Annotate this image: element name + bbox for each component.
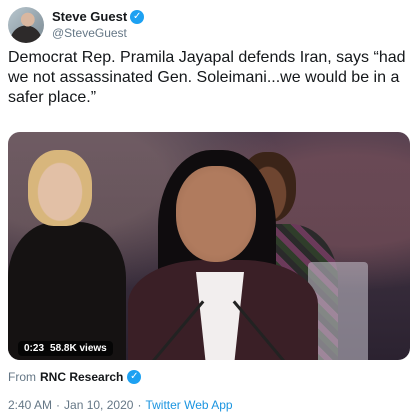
author-display-name[interactable]: Steve Guest — [52, 9, 127, 25]
avatar[interactable] — [8, 7, 44, 43]
author-handle[interactable]: @SteveGuest — [52, 25, 144, 41]
video-figure-left-head — [28, 150, 92, 226]
source-prefix: From — [8, 370, 36, 384]
video-figure-center-head — [176, 166, 256, 262]
tweet-metadata: 2:40 AM · Jan 10, 2020 · Twitter Web App — [8, 398, 233, 412]
meta-separator: · — [137, 398, 142, 412]
video-stats-badge: 0:23 58.8K views — [18, 341, 113, 356]
video-view-count: 58.8K views — [50, 343, 107, 354]
meta-separator: · — [56, 398, 61, 412]
video-figure-left-body — [8, 222, 126, 360]
tweet-text: Democrat Rep. Pramila Jayapal defends Ir… — [8, 49, 406, 106]
author-display-name-row[interactable]: Steve Guest ✓ — [52, 9, 145, 25]
author-names: Steve Guest ✓ @SteveGuest — [52, 9, 145, 41]
client-link[interactable]: Twitter Web App — [145, 398, 232, 412]
tweet-date[interactable]: Jan 10, 2020 — [64, 398, 133, 412]
tweet-header: Steve Guest ✓ @SteveGuest — [8, 7, 145, 43]
source-account-link[interactable]: RNC Research — [40, 370, 123, 384]
verified-badge-icon: ✓ — [130, 10, 145, 24]
video-player[interactable]: 0:23 58.8K views — [8, 132, 410, 360]
tweet-time[interactable]: 2:40 AM — [8, 398, 52, 412]
video-duration: 0:23 — [24, 343, 45, 354]
tweet-card: Steve Guest ✓ @SteveGuest Democrat Rep. … — [0, 0, 416, 416]
video-source-line: From RNC Research ✓ — [8, 370, 142, 384]
verified-badge-icon: ✓ — [127, 370, 142, 384]
